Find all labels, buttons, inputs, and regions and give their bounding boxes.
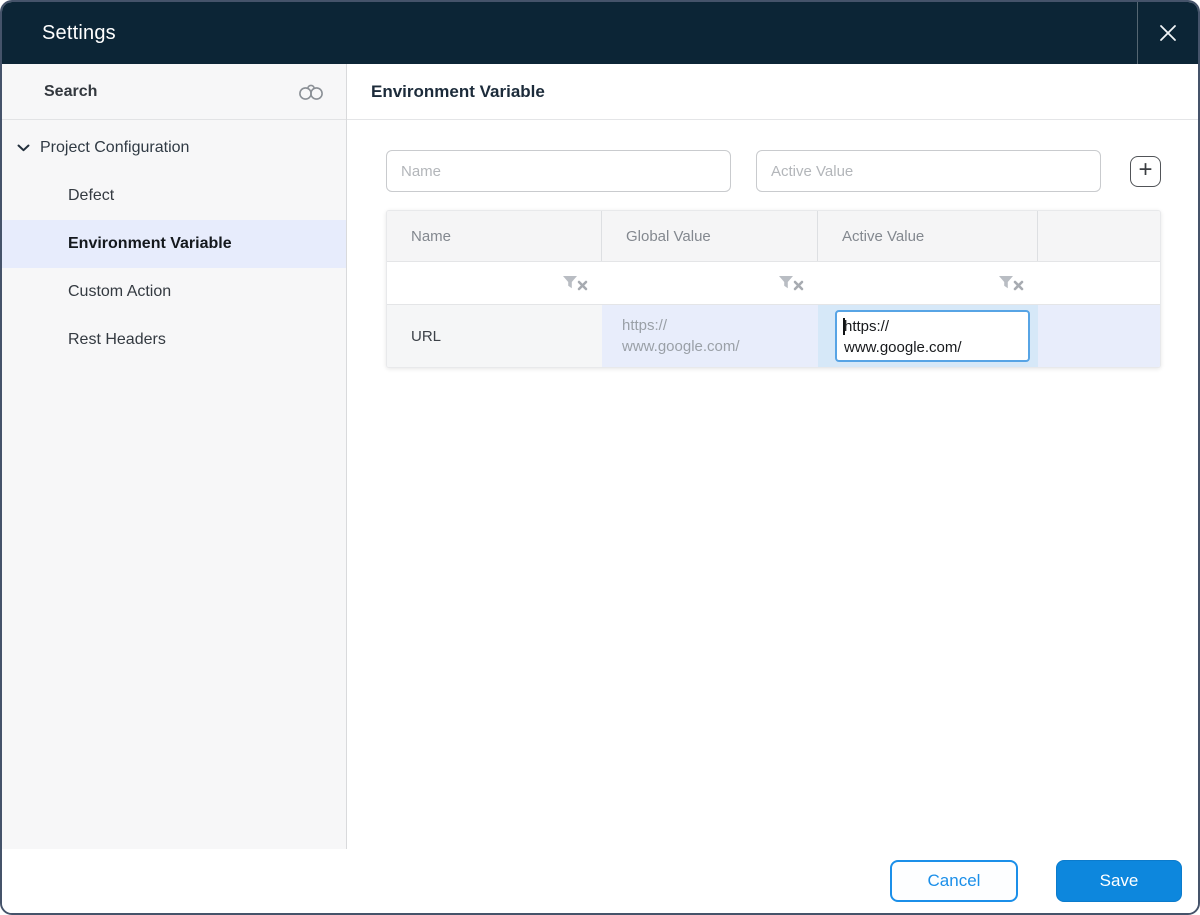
active-value-cell-editor[interactable]: https:// www.google.com/ xyxy=(835,310,1030,362)
search-label: Search xyxy=(44,82,98,100)
sidebar-item-label: Custom Action xyxy=(68,283,172,300)
main-heading-row: Environment Variable xyxy=(347,64,1198,120)
sidebar-item-defect[interactable]: Defect xyxy=(2,172,346,220)
global-value-line: www.google.com/ xyxy=(622,338,740,355)
dialog-body: Search Project Configuration Defect Envi… xyxy=(2,64,1198,849)
tree-node-project-configuration[interactable]: Project Configuration xyxy=(2,124,346,172)
sidebar-item-rest-headers[interactable]: Rest Headers xyxy=(2,316,346,364)
clear-filter-icon[interactable] xyxy=(562,275,590,292)
clear-filter-icon[interactable] xyxy=(998,275,1026,292)
column-header-name[interactable]: Name xyxy=(387,211,602,261)
filter-cell-name[interactable] xyxy=(387,262,602,304)
text-caret xyxy=(843,318,845,335)
table-filter-row xyxy=(387,261,1160,305)
chevron-down-icon[interactable] xyxy=(16,143,31,153)
active-value-line: https:// xyxy=(844,318,890,335)
column-header-actions xyxy=(1038,211,1160,261)
settings-dialog: Settings Search Project Configuration De… xyxy=(0,0,1200,915)
active-value-line: www.google.com/ xyxy=(844,339,962,356)
tree-node-label: Project Configuration xyxy=(40,139,190,156)
variable-actions-cell[interactable] xyxy=(1038,305,1160,367)
binoculars-search-icon[interactable] xyxy=(296,80,326,104)
name-input[interactable] xyxy=(386,150,731,192)
add-variable-button[interactable]: + xyxy=(1130,155,1161,187)
dialog-footer: Cancel Save xyxy=(2,849,1198,913)
plus-icon: + xyxy=(1138,155,1153,183)
sidebar-item-label: Environment Variable xyxy=(68,235,232,252)
settings-tree: Project Configuration Defect Environment… xyxy=(2,120,346,364)
sidebar-item-custom-action[interactable]: Custom Action xyxy=(2,268,346,316)
sidebar-item-label: Rest Headers xyxy=(68,331,166,348)
dialog-titlebar: Settings xyxy=(2,2,1198,64)
table-row: URL https:// www.google.com/ https:// ww… xyxy=(387,305,1160,367)
dialog-title: Settings xyxy=(42,21,116,44)
column-header-active-value[interactable]: Active Value xyxy=(818,211,1038,261)
save-button[interactable]: Save xyxy=(1056,860,1182,902)
active-value-input[interactable] xyxy=(756,150,1101,192)
add-variable-form: + xyxy=(386,150,1161,192)
variable-active-value-cell[interactable]: https:// www.google.com/ xyxy=(818,305,1038,367)
global-value-line: https:// xyxy=(622,317,668,334)
filter-cell-global-value[interactable] xyxy=(602,262,818,304)
main-content: + Name Global Value Active Value xyxy=(347,120,1198,368)
environment-variables-table: Name Global Value Active Value URL https… xyxy=(386,210,1161,368)
filter-cell-actions xyxy=(1038,262,1160,304)
page-title: Environment Variable xyxy=(371,81,545,101)
main-panel: Environment Variable + Name Global Value xyxy=(347,64,1198,849)
sidebar-search-row[interactable]: Search xyxy=(2,64,346,120)
column-header-global-value[interactable]: Global Value xyxy=(602,211,818,261)
settings-sidebar: Search Project Configuration Defect Envi… xyxy=(2,64,347,849)
sidebar-item-environment-variable[interactable]: Environment Variable xyxy=(2,220,346,268)
cancel-button[interactable]: Cancel xyxy=(890,860,1018,902)
variable-global-value-cell[interactable]: https:// www.google.com/ xyxy=(602,305,818,367)
close-button[interactable] xyxy=(1137,2,1198,64)
clear-filter-icon[interactable] xyxy=(778,275,806,292)
filter-cell-active-value[interactable] xyxy=(818,262,1038,304)
table-header-row: Name Global Value Active Value xyxy=(387,211,1160,261)
sidebar-item-label: Defect xyxy=(68,187,115,204)
variable-name-cell[interactable]: URL xyxy=(387,305,602,367)
close-icon xyxy=(1157,22,1179,44)
